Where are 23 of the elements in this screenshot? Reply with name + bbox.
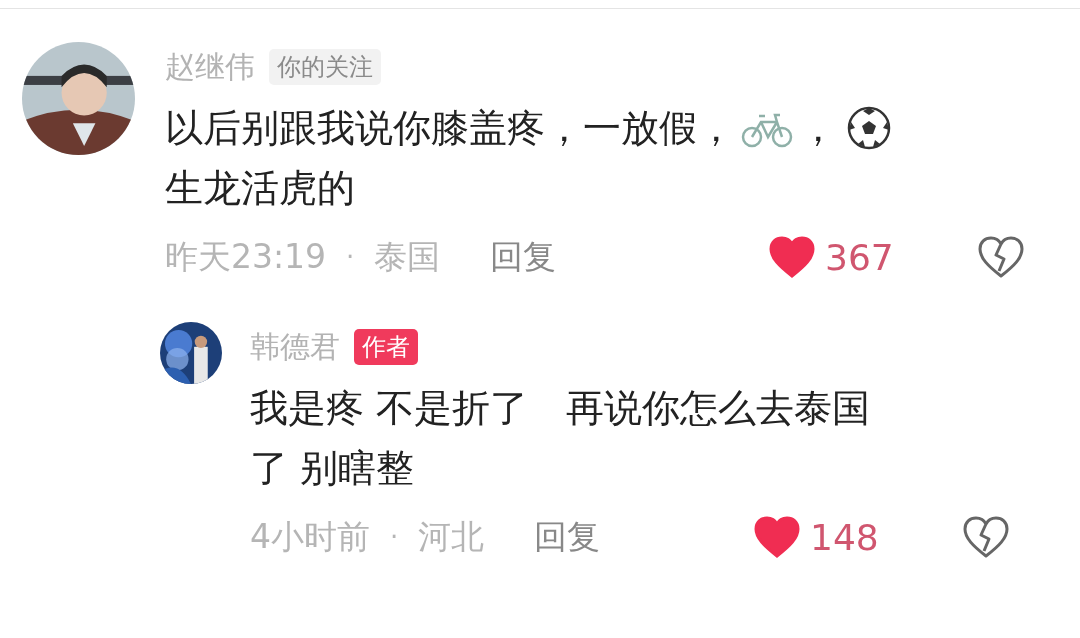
comment-text: ， <box>799 105 837 152</box>
comment-text: 了 别瞎整 <box>250 445 415 492</box>
comment-text: 我是疼 不是折了 再说你怎么去泰国 <box>250 385 871 432</box>
like-count: 148 <box>810 516 880 558</box>
comment-text: 以后别跟我说你膝盖疼，一放假， <box>165 105 735 152</box>
timestamp: 4小时前 <box>250 515 370 558</box>
broken-heart-icon[interactable] <box>977 235 1025 279</box>
like-count: 367 <box>825 236 895 278</box>
location: 河北 <box>418 515 485 558</box>
heart-icon[interactable] <box>769 236 815 278</box>
username[interactable]: 赵继伟 <box>165 46 255 88</box>
following-badge: 你的关注 <box>269 49 381 85</box>
location: 泰国 <box>374 235 441 278</box>
comment-text: 生龙活虎的 <box>165 165 355 212</box>
separator-dot: · <box>346 242 355 272</box>
username[interactable]: 韩德君 <box>250 326 340 368</box>
heart-icon[interactable] <box>754 516 800 558</box>
author-badge: 作者 <box>354 329 418 365</box>
timestamp: 昨天23:19 <box>165 235 327 278</box>
reply-button[interactable]: 回复 <box>490 234 557 280</box>
reply-button[interactable]: 回复 <box>534 514 601 560</box>
separator-dot: · <box>390 522 399 552</box>
broken-heart-icon[interactable] <box>962 515 1010 559</box>
